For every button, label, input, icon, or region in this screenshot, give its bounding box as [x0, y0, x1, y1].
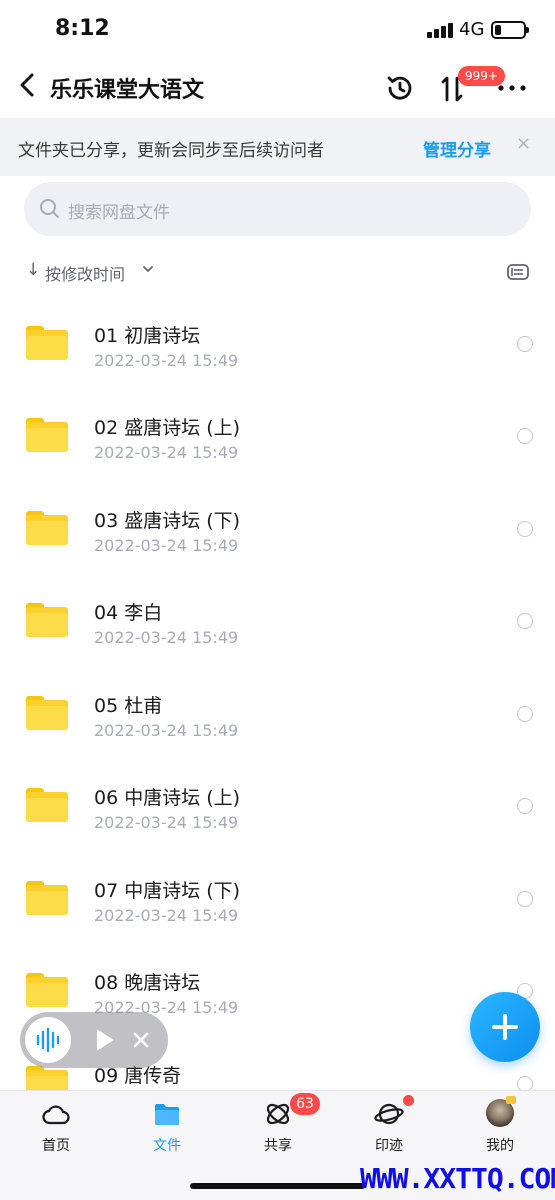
select-checkbox[interactable] — [517, 428, 533, 444]
file-name: 02 盛唐诗坛 (上) — [94, 417, 241, 439]
select-checkbox[interactable] — [517, 891, 533, 907]
folder-icon — [26, 788, 68, 822]
search-placeholder: 搜索网盘文件 — [68, 203, 170, 223]
tab-label: 文件 — [153, 1138, 181, 1154]
select-checkbox[interactable] — [517, 798, 533, 814]
signal-icon — [427, 22, 453, 38]
folder-icon — [26, 881, 68, 915]
add-button[interactable] — [470, 992, 540, 1062]
file-row[interactable]: 07 中唐诗坛 (下) 2022-03-24 15:49 — [0, 852, 555, 944]
folder-icon — [26, 603, 68, 637]
planet-icon — [374, 1103, 404, 1125]
file-name: 04 李白 — [94, 602, 163, 624]
tab-files[interactable]: 文件 — [127, 1099, 207, 1155]
file-date: 2022-03-24 15:49 — [94, 536, 239, 555]
status-bar: 8:12 4G — [0, 0, 555, 60]
status-time: 8:12 — [55, 16, 110, 41]
file-row[interactable]: 06 中唐诗坛 (上) 2022-03-24 15:49 — [0, 759, 555, 851]
file-date: 2022-03-24 15:49 — [94, 628, 239, 647]
orbit-icon — [266, 1103, 290, 1125]
file-name: 03 盛唐诗坛 (下) — [94, 510, 241, 532]
folder-icon — [26, 973, 68, 1007]
folder-icon — [26, 511, 68, 545]
file-row[interactable]: 02 盛唐诗坛 (上) 2022-03-24 15:49 — [0, 389, 555, 481]
search-icon — [40, 199, 59, 218]
folder-icon — [26, 326, 68, 360]
back-icon[interactable] — [14, 70, 42, 100]
folder-icon — [155, 1104, 179, 1125]
manage-share-link[interactable]: 管理分享 — [423, 136, 491, 161]
tab-label: 印迹 — [375, 1138, 403, 1154]
sort-dropdown[interactable]: 按修改时间 — [45, 261, 125, 285]
view-toggle-icon[interactable] — [506, 262, 530, 282]
notification-dot — [403, 1095, 414, 1106]
play-icon[interactable] — [96, 1029, 114, 1051]
tab-home[interactable]: 首页 — [16, 1099, 96, 1155]
share-badge: 63 — [290, 1093, 320, 1115]
folder-icon — [26, 696, 68, 730]
battery-icon — [491, 21, 529, 39]
file-date: 2022-03-24 15:49 — [94, 443, 239, 462]
file-row[interactable]: 04 李白 2022-03-24 15:49 — [0, 574, 555, 666]
file-name: 08 晚唐诗坛 — [94, 972, 201, 994]
home-indicator — [190, 1183, 365, 1189]
select-checkbox[interactable] — [517, 706, 533, 722]
search-input[interactable]: 搜索网盘文件 — [24, 182, 531, 236]
network-label: 4G — [459, 19, 485, 40]
file-date: 2022-03-24 15:49 — [94, 906, 239, 925]
cloud-icon — [42, 1105, 70, 1125]
file-row[interactable]: 01 初唐诗坛 2022-03-24 15:49 — [0, 297, 555, 389]
more-icon[interactable] — [496, 76, 528, 100]
folder-icon — [26, 418, 68, 452]
close-icon[interactable]: × — [516, 133, 531, 154]
crown-icon — [506, 1096, 516, 1104]
file-name: 01 初唐诗坛 — [94, 325, 201, 347]
file-name: 05 杜甫 — [94, 695, 163, 717]
chevron-down-icon[interactable] — [142, 263, 154, 275]
tab-share[interactable]: 63 共享 — [238, 1093, 320, 1155]
audio-wave-icon[interactable] — [25, 1017, 71, 1063]
select-checkbox[interactable] — [517, 336, 533, 352]
file-row[interactable]: 05 杜甫 2022-03-24 15:49 — [0, 667, 555, 759]
tab-label: 我的 — [486, 1138, 514, 1154]
sort-arrow-icon: ↓ — [26, 260, 41, 280]
sort-row: ↓ 按修改时间 — [0, 256, 555, 288]
nav-bar: 乐乐课堂大语文 999+ — [0, 60, 555, 115]
history-icon[interactable] — [384, 72, 416, 104]
close-icon[interactable] — [132, 1031, 150, 1049]
share-notice-text: 文件夹已分享，更新会同步至后续访问者 — [18, 141, 324, 161]
watermark-text: WWW.XXTTQ.COM — [360, 1162, 555, 1195]
file-date: 2022-03-24 15:49 — [94, 813, 239, 832]
file-name: 07 中唐诗坛 (下) — [94, 880, 241, 902]
page-title: 乐乐课堂大语文 — [50, 78, 205, 103]
tab-traces[interactable]: 印迹 — [349, 1095, 429, 1155]
tab-profile[interactable]: 我的 — [460, 1096, 540, 1155]
tab-label: 首页 — [42, 1138, 70, 1154]
tab-label: 共享 — [264, 1138, 292, 1154]
select-checkbox[interactable] — [517, 613, 533, 629]
mini-player[interactable] — [20, 1012, 168, 1068]
file-date: 2022-03-24 15:49 — [94, 351, 239, 370]
file-row[interactable]: 03 盛唐诗坛 (下) 2022-03-24 15:49 — [0, 482, 555, 574]
file-date: 2022-03-24 15:49 — [94, 721, 239, 740]
select-checkbox[interactable] — [517, 521, 533, 537]
file-name: 06 中唐诗坛 (上) — [94, 787, 241, 809]
share-banner: 文件夹已分享，更新会同步至后续访问者 管理分享 × — [0, 118, 555, 176]
